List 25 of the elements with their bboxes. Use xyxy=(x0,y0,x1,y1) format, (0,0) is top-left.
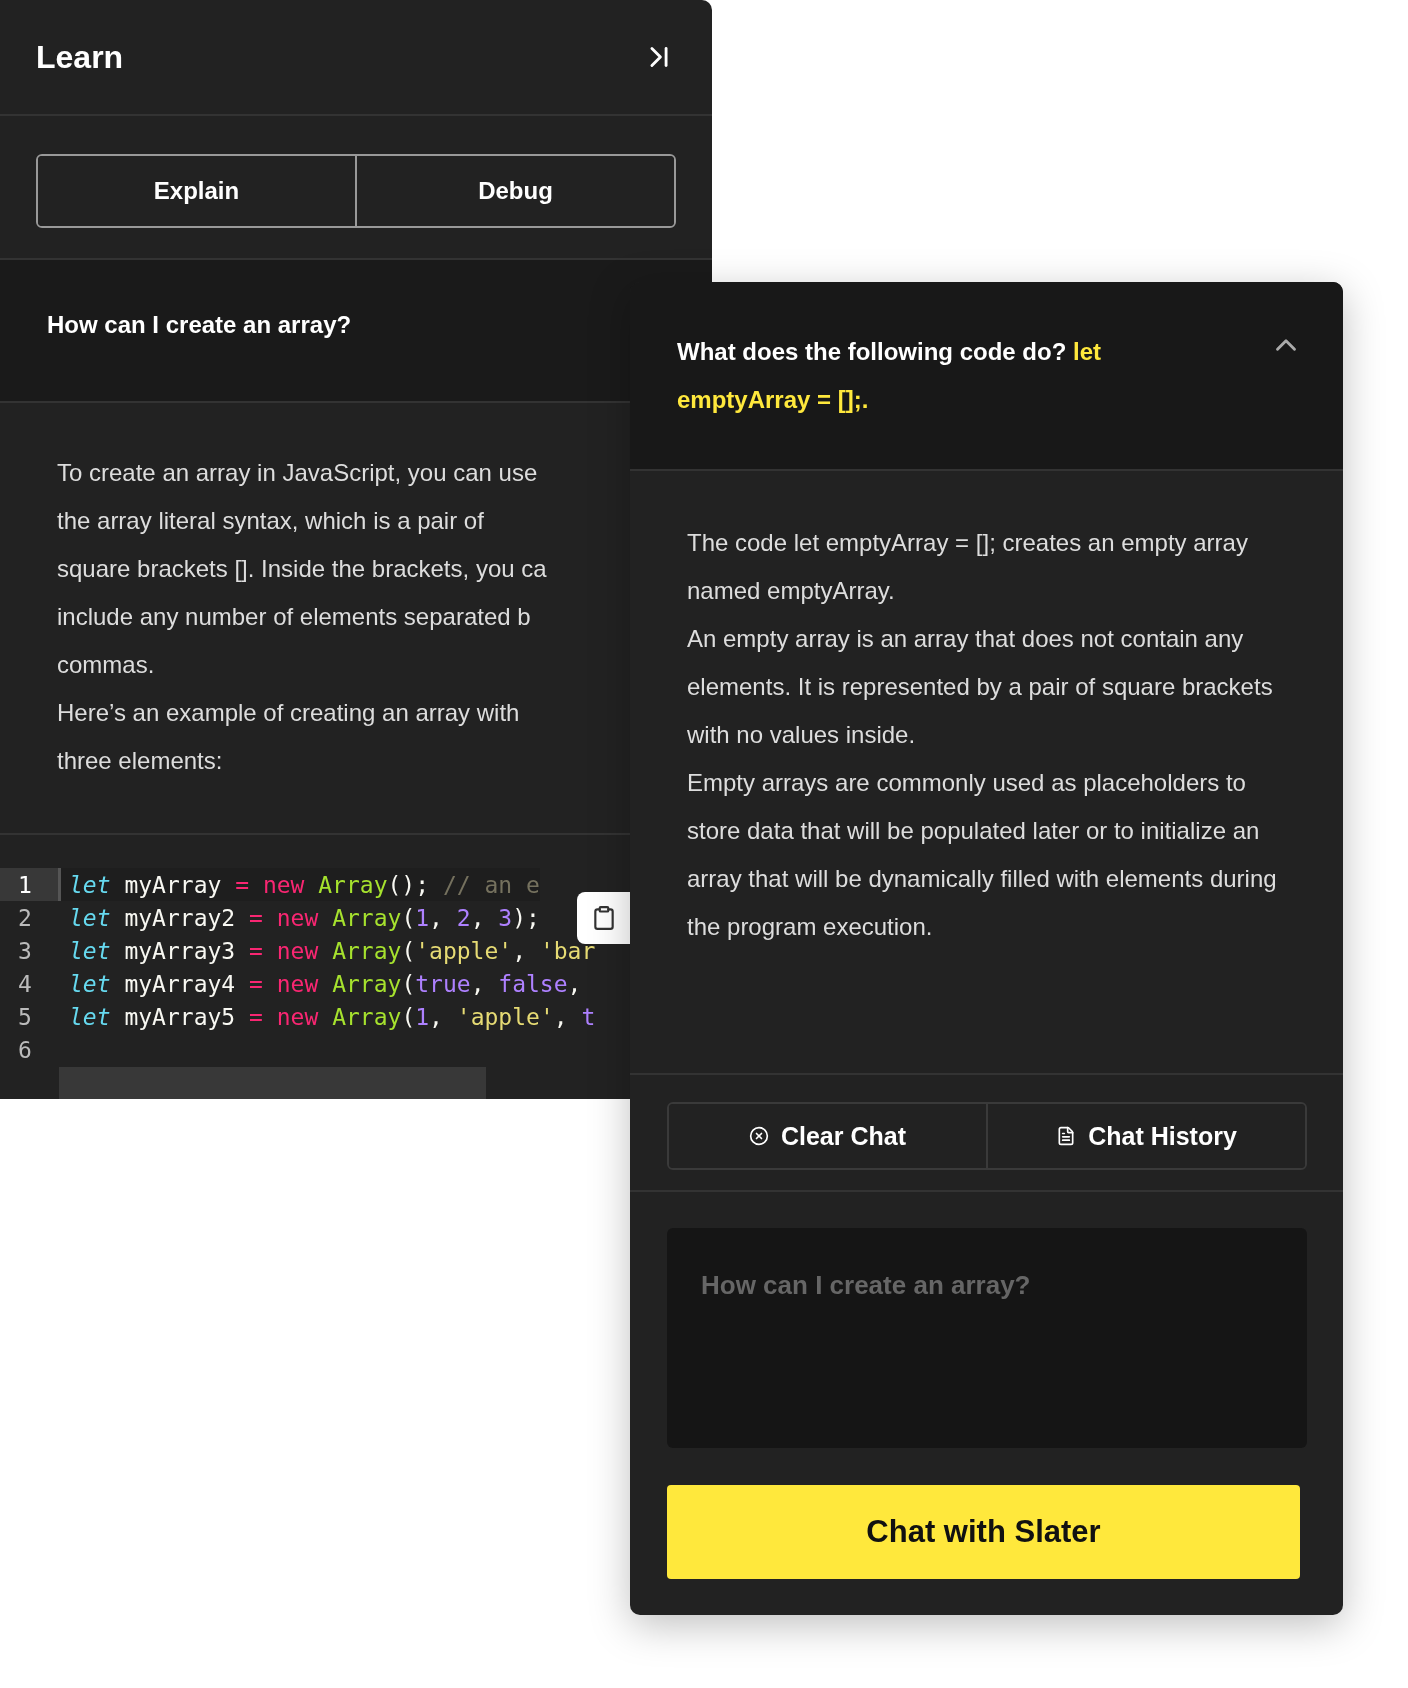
chat-action-button[interactable]: Chat History xyxy=(986,1104,1305,1168)
question-text: How can I create an array? xyxy=(47,310,352,339)
document-icon xyxy=(1056,1126,1077,1146)
code-line: let myArray5 = new Array(1, 'apple', t xyxy=(68,1002,596,1032)
line-number: 2 xyxy=(17,903,33,933)
answer-paragraph: Here’s an example of creating an array with three elements: xyxy=(57,698,521,776)
question-text: What does the following code do? let emptyArray = [];. xyxy=(677,337,1102,415)
code-line: let myArray2 = new Array(1, 2, 3); xyxy=(68,903,540,933)
scrollbar[interactable] xyxy=(59,1067,486,1099)
line-number: 5 xyxy=(17,1002,33,1032)
code-line: let myArray4 = new Array(true, false, xyxy=(68,969,582,999)
chat-input[interactable]: How can I create an array? xyxy=(667,1228,1307,1448)
line-number: 1 xyxy=(0,868,58,901)
panel-title: Learn xyxy=(36,38,124,76)
answer-paragraph: The code let emptyArray = []; creates an empty array named emptyArray. xyxy=(687,528,1249,606)
line-number: 3 xyxy=(17,936,33,966)
mode-tab[interactable]: Debug xyxy=(355,156,674,226)
line-number: 6 xyxy=(17,1035,33,1065)
chat-button[interactable]: Chat with Slater xyxy=(667,1485,1300,1579)
answer-paragraph: Empty arrays are commonly used as placeholders to store data that will be populated later or to initialize an array that will be dynamically filled with elements during the program execution. xyxy=(687,768,1278,942)
code-line: let myArray3 = new Array('apple', 'bar xyxy=(68,936,596,966)
close-circle-icon xyxy=(748,1126,769,1146)
line-number: 4 xyxy=(17,969,33,999)
answer-paragraph: To create an array in JavaScript, you can use the array literal syntax, which is a pair of square brackets []. Inside the brackets, you ca include any number of elements separated b commas. xyxy=(57,458,548,680)
answer-paragraph: An empty array is an array that does not contain any elements. It is represented by a pair of square brackets with no values inside. xyxy=(687,624,1274,750)
